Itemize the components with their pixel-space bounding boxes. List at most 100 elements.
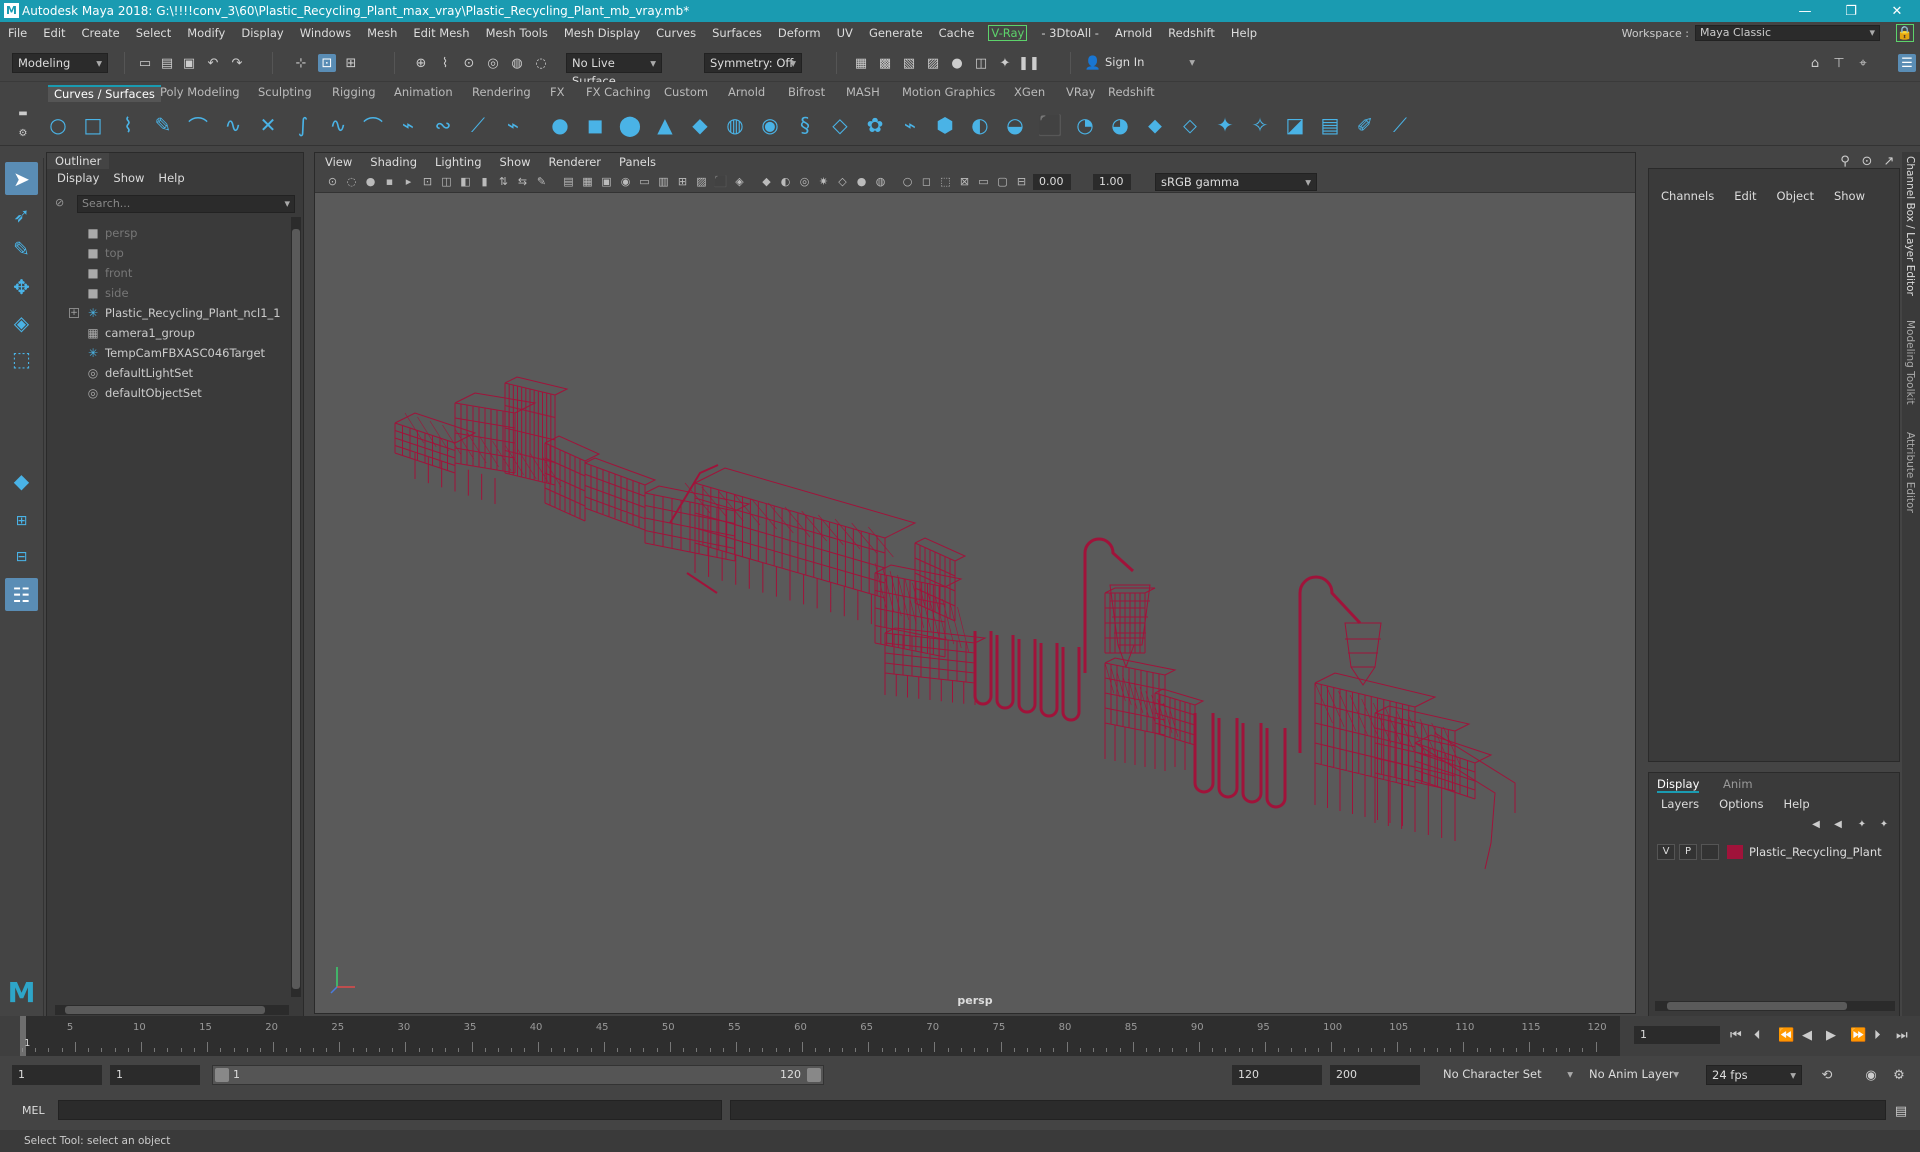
channel-menu-channels[interactable]: Channels [1661, 189, 1714, 203]
step-back-icon[interactable]: ⏴ [1754, 1028, 1761, 1043]
mel-label[interactable]: MEL [22, 1104, 45, 1117]
layer-menu-layers[interactable]: Layers [1661, 797, 1699, 811]
step-forward-icon[interactable]: ⏵ [1874, 1028, 1881, 1043]
side-tab-channel-box[interactable]: Channel Box / Layer Editor [1904, 156, 1916, 296]
circle-curve-icon[interactable]: ○ [44, 111, 72, 139]
viewport-tool-icon-21[interactable]: ◈ [732, 174, 747, 189]
undo-icon[interactable]: ↶ [204, 54, 222, 72]
menu-mesh-display[interactable]: Mesh Display [556, 26, 648, 40]
playback-start-field[interactable]: 1 [110, 1065, 200, 1085]
snap-view-icon[interactable]: ◎ [484, 54, 502, 72]
outliner-menu-show[interactable]: Show [113, 171, 144, 189]
shelf-tab-15[interactable]: Redshift [1108, 85, 1155, 102]
outliner-item[interactable]: ■ front [47, 263, 297, 283]
menu-curves[interactable]: Curves [648, 26, 704, 40]
live-surface-field[interactable]: No Live Surface [566, 53, 662, 88]
viewport-tool-icon-4[interactable]: ▸ [401, 174, 416, 189]
shelf-tab-4[interactable]: Animation [394, 85, 453, 102]
viewport-tool-icon-32[interactable]: ⊠ [957, 174, 972, 189]
menu-extra-2[interactable]: Redshift [1160, 26, 1223, 40]
outliner-item[interactable]: ▦ camera1_group [47, 323, 297, 343]
viewport-menu-panels[interactable]: Panels [619, 155, 656, 169]
offset-icon[interactable]: ∾ [429, 111, 457, 139]
anim-layer-dropdown[interactable]: No Anim Layer [1584, 1065, 1684, 1085]
bevel-icon[interactable]: ⟋ [464, 111, 492, 139]
shelf-tab-12[interactable]: Motion Graphics [902, 85, 995, 102]
fps-dropdown[interactable]: 24 fps [1706, 1065, 1802, 1085]
move-tool-icon[interactable]: ✥ [5, 270, 38, 303]
play-forward-icon[interactable]: ▶ [1826, 1028, 1836, 1043]
viewport-tool-icon-33[interactable]: ▭ [976, 174, 991, 189]
scale-tool-icon[interactable]: ⬚ [5, 342, 38, 375]
select-object-icon[interactable]: ⊡ [318, 54, 336, 72]
viewport-tool-icon-7[interactable]: ◧ [458, 174, 473, 189]
light-editor-icon[interactable]: ✦ [996, 54, 1014, 72]
viewport-tool-icon-16[interactable]: ▭ [637, 174, 652, 189]
menu-mesh-tools[interactable]: Mesh Tools [478, 26, 556, 40]
shelf-tab-3[interactable]: Rigging [332, 85, 376, 102]
new-layer-selected-icon[interactable]: ✦ [1875, 815, 1893, 833]
square-surface-icon[interactable]: ⬛ [1036, 111, 1064, 139]
layer-display-type-toggle[interactable] [1701, 844, 1719, 860]
pause-render-icon[interactable]: ❚❚ [1018, 54, 1040, 72]
layer-move-up-icon[interactable]: ◀ [1807, 815, 1825, 833]
loft-icon[interactable]: ◇ [826, 111, 854, 139]
go-to-end-icon[interactable]: ⏭ [1896, 1028, 1908, 1043]
loop-icon[interactable]: ⟲ [1818, 1066, 1836, 1084]
planar-icon[interactable]: ⬢ [931, 111, 959, 139]
square-curve-icon[interactable]: □ [79, 111, 107, 139]
range-start-handle[interactable] [215, 1068, 229, 1082]
stitch-icon[interactable]: ◪ [1281, 111, 1309, 139]
layer-menu-help[interactable]: Help [1783, 797, 1809, 811]
bevel-plus-icon[interactable]: ◔ [1071, 111, 1099, 139]
layer-playback-toggle[interactable]: P [1679, 844, 1697, 860]
select-hierarchy-icon[interactable]: ⊹ [292, 54, 310, 72]
single-perspective-layout-icon[interactable]: ⊞ [5, 504, 38, 537]
channel-menu-edit[interactable]: Edit [1734, 189, 1756, 203]
arc-icon[interactable]: ⌒ [184, 111, 212, 139]
viewport-tool-icon-25[interactable]: ✷ [816, 174, 831, 189]
outliner-item[interactable]: ■ top [47, 243, 297, 263]
outliner-item[interactable]: ■ side [47, 283, 297, 303]
tab-display[interactable]: Display [1657, 777, 1700, 793]
snap-curve-icon[interactable]: ⌇ [436, 54, 454, 72]
menu-select[interactable]: Select [128, 26, 179, 40]
viewport-tool-icon-24[interactable]: ◎ [797, 174, 812, 189]
outliner-search-input[interactable]: Search... [77, 195, 295, 213]
playback-end-field[interactable]: 120 [1232, 1065, 1322, 1085]
menu-file[interactable]: File [0, 26, 35, 40]
shelf-tab-13[interactable]: XGen [1014, 85, 1045, 102]
current-frame-field[interactable]: 1 [1634, 1026, 1720, 1044]
outliner-item[interactable]: ✳ TempCamFBXASC046Target [47, 343, 297, 363]
viewport-tool-icon-15[interactable]: ◉ [618, 174, 633, 189]
character-set-dropdown[interactable]: No Character Set [1438, 1065, 1578, 1085]
viewport-tool-icon-14[interactable]: ▣ [599, 174, 614, 189]
viewport-menu-view[interactable]: View [325, 155, 352, 169]
cut-curve-icon[interactable]: ✕ [254, 111, 282, 139]
layer-color-swatch[interactable] [1727, 845, 1743, 859]
channel-menu-object[interactable]: Object [1777, 189, 1814, 203]
step-forward-key-icon[interactable]: ⏩ [1850, 1028, 1866, 1043]
script-editor-icon[interactable]: ▤ [1892, 1102, 1910, 1120]
extrude-icon[interactable]: ⌁ [896, 111, 924, 139]
snap-grid-icon[interactable]: ⊕ [412, 54, 430, 72]
select-component-icon[interactable]: ⊞ [342, 54, 360, 72]
viewport-tool-icon-12[interactable]: ▤ [561, 174, 576, 189]
shelf-settings-icon[interactable]: ⚙ [14, 124, 32, 142]
rebuild-icon[interactable]: ∿ [324, 111, 352, 139]
step-back-key-icon[interactable]: ⏪ [1778, 1028, 1794, 1043]
revolve-icon[interactable]: ✿ [861, 111, 889, 139]
outliner-vertical-scrollbar[interactable] [291, 217, 301, 997]
render-view-icon[interactable]: ▦ [852, 54, 870, 72]
shelf-tab-9[interactable]: Arnold [728, 85, 765, 102]
sculpt-icon[interactable]: ✧ [1246, 111, 1274, 139]
viewport-tool-icon-20[interactable]: ⬛ [713, 174, 728, 189]
outliner-horizontal-scrollbar[interactable] [55, 1005, 289, 1015]
render-setup-icon[interactable]: ◫ [972, 54, 990, 72]
open-scene-icon[interactable]: ▤ [158, 54, 176, 72]
paint-icon[interactable]: ✐ [1351, 111, 1379, 139]
viewport-tool-icon-35[interactable]: ⊟ [1014, 174, 1029, 189]
snap-surface-icon[interactable]: ◍ [508, 54, 526, 72]
gamma-field[interactable]: 1.00 [1093, 174, 1131, 190]
extend-icon[interactable]: ⌁ [499, 111, 527, 139]
